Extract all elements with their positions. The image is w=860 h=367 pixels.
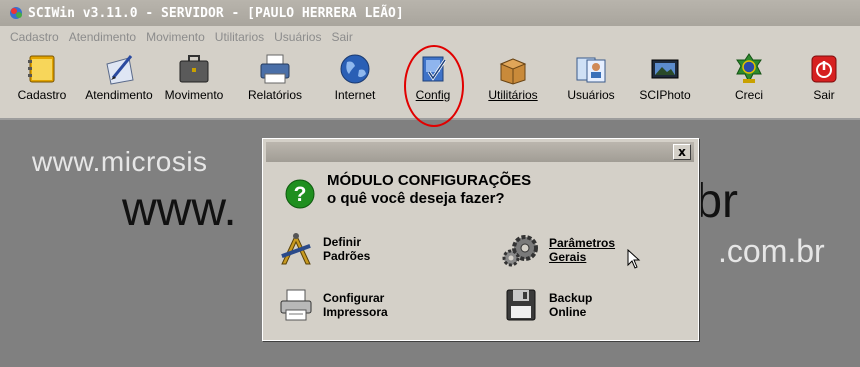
question-icon: ? xyxy=(285,179,315,209)
background-watermark-line2: www. xyxy=(122,183,237,236)
background-watermark-right2: .com.br xyxy=(718,233,825,269)
dialog-heading-title: MÓDULO CONFIGURAÇÕES xyxy=(327,172,532,189)
address-book-icon xyxy=(28,55,55,83)
option-definir-line2: Padrões xyxy=(323,249,371,263)
toolbar-internet-button[interactable]: Internet xyxy=(320,52,390,102)
option-parametros-gerais[interactable]: Parâmetros Gerais xyxy=(501,231,641,269)
photo-icon xyxy=(651,59,679,79)
toolbar-creci-button[interactable]: Creci xyxy=(714,52,784,102)
option-parametros-line1: Parâmetros xyxy=(549,236,616,250)
option-backup-line2: Online xyxy=(549,305,587,319)
dialog-heading: MÓDULO CONFIGURAÇÕES o quê você deseja f… xyxy=(327,172,531,208)
app-logo-icon xyxy=(8,5,24,21)
pen-document-icon xyxy=(106,55,134,85)
option-configurar-impressora[interactable]: Configurar Impressora xyxy=(277,287,388,323)
toolbar-creci-label: Creci xyxy=(734,88,763,102)
box-icon xyxy=(499,58,527,85)
mouse-cursor-icon xyxy=(627,249,641,269)
gears-icon xyxy=(502,235,538,267)
toolbar-movimento-button[interactable]: Movimento xyxy=(159,52,229,102)
title-bar[interactable]: SCIWin v3.11.0 - SERVIDOR - [PAULO HERRE… xyxy=(0,0,860,26)
option-configurar-line1: Configurar xyxy=(323,291,385,305)
config-module-dialog: x ? MÓDULO CONFIGURAÇÕES o quê você dese… xyxy=(262,138,699,341)
toolbar-utilitarios-button[interactable]: Utilitários xyxy=(478,52,548,102)
dialog-heading-subtitle: o quê você deseja fazer? xyxy=(327,190,505,207)
menu-movimento[interactable]: Movimento xyxy=(146,30,205,44)
svg-text:?: ? xyxy=(294,183,307,206)
floppy-disk-icon xyxy=(506,289,536,321)
toolbar-utilitarios-label: Utilitários xyxy=(488,88,538,102)
menu-atendimento[interactable]: Atendimento xyxy=(69,30,136,44)
printer-icon xyxy=(260,54,290,84)
toolbar-sair-button[interactable]: Sair xyxy=(789,52,859,102)
toolbar-relatorios-button[interactable]: Relatórios xyxy=(240,52,310,102)
option-backup-online[interactable]: Backup Online xyxy=(501,287,592,323)
toolbar-sciphoto-label: SCIPhoto xyxy=(639,88,691,102)
option-configurar-line2: Impressora xyxy=(323,305,388,319)
menu-utilitarios[interactable]: Utilitarios xyxy=(215,30,264,44)
menu-usuarios[interactable]: Usuários xyxy=(274,30,321,44)
toolbar-atendimento-button[interactable]: Atendimento xyxy=(84,52,154,102)
compass-square-icon xyxy=(281,232,311,265)
option-definir-line1: Definir xyxy=(323,235,362,249)
option-definir-padroes[interactable]: Definir Padrões xyxy=(277,231,370,267)
menu-cadastro[interactable]: Cadastro xyxy=(10,30,59,44)
config-highlight-circle xyxy=(404,45,464,127)
dialog-title-bar[interactable]: x xyxy=(266,142,694,162)
power-icon xyxy=(811,55,837,83)
globe-icon xyxy=(340,54,370,84)
toolbar-relatorios-label: Relatórios xyxy=(247,88,303,102)
window-title: SCIWin v3.11.0 - SERVIDOR - [PAULO HERRE… xyxy=(28,5,404,21)
briefcase-icon xyxy=(179,55,209,83)
dialog-close-button[interactable]: x xyxy=(673,144,691,160)
emblem-icon xyxy=(736,53,762,84)
app-window: SCIWin v3.11.0 - SERVIDOR - [PAULO HERRE… xyxy=(0,0,860,367)
toolbar-usuarios-button[interactable]: Usuários xyxy=(556,52,626,102)
toolbar-sair-label: Sair xyxy=(813,88,835,102)
toolbar-internet-label: Internet xyxy=(334,88,376,102)
users-icon xyxy=(576,57,606,83)
option-parametros-line2: Gerais xyxy=(549,250,587,264)
option-backup-line1: Backup xyxy=(549,291,593,305)
toolbar-cadastro-button[interactable]: Cadastro xyxy=(7,52,77,102)
toolbar-atendimento-label: Atendimento xyxy=(85,88,153,102)
toolbar-sciphoto-button[interactable]: SCIPhoto xyxy=(630,52,700,102)
menu-sair[interactable]: Sair xyxy=(331,30,352,44)
printer-icon xyxy=(280,289,312,321)
toolbar-cadastro-label: Cadastro xyxy=(17,88,67,102)
toolbar-usuarios-label: Usuários xyxy=(567,88,615,102)
background-watermark-line1: www.microsis xyxy=(32,146,208,177)
toolbar-movimento-label: Movimento xyxy=(164,88,224,102)
